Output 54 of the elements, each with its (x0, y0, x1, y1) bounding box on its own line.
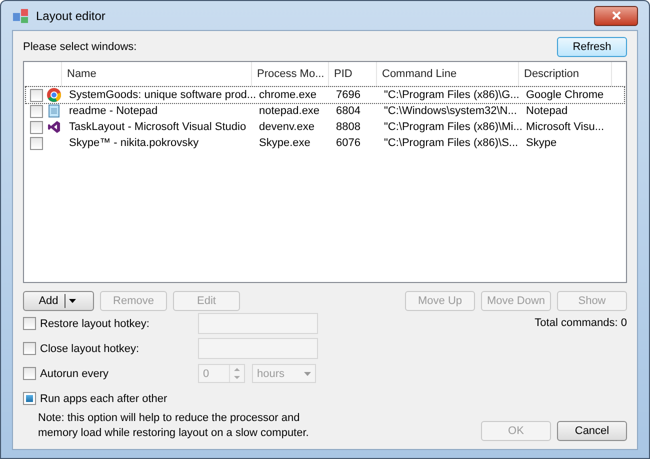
note-text: Note: this option will help to reduce the processor and memory load while restoring layout on a slow computer. (38, 411, 310, 441)
table-cell-text: chrome.exe (258, 88, 318, 103)
option-checkbox[interactable] (23, 317, 36, 330)
table-cell-text: Skype™ - nikita.pokrovsky (68, 136, 200, 151)
row-checkbox[interactable] (30, 88, 43, 102)
prompt-label: Please select windows: (23, 41, 137, 53)
option-label: Run apps each after other (40, 392, 168, 404)
notepad-icon (47, 104, 61, 118)
browser-icon (47, 88, 61, 102)
caret-icon (64, 294, 78, 308)
infinity-icon (47, 120, 61, 134)
table-cell-text: 7696 (335, 88, 362, 103)
option-label: Close layout hotkey: (40, 342, 140, 354)
close-icon (612, 11, 620, 20)
table-cell-text: 8808 (335, 120, 362, 135)
hotkey-field[interactable] (198, 313, 318, 334)
table-cell-text: 6076 (335, 136, 362, 151)
table-cell-text: Google Chrome (525, 88, 605, 103)
table-cell-text: notepad.exe (258, 104, 321, 119)
table-cell-text: readme - Notepad (68, 104, 159, 119)
caret-icon (304, 372, 311, 376)
column-header[interactable]: Name (62, 62, 252, 86)
row-checkbox[interactable] (30, 120, 43, 134)
row-checkbox[interactable] (30, 104, 43, 118)
table-cell-text: "C:\Program Files (x86)\G... (383, 88, 520, 103)
table-cell-text: Microsoft Visu... (525, 120, 606, 135)
option-label: Autorun every (40, 368, 108, 380)
row-checkbox[interactable] (30, 136, 43, 150)
option-checkbox[interactable] (23, 342, 36, 355)
table-cell-text: "C:\Windows\system32\N... (383, 104, 518, 119)
dialog-button[interactable]: Cancel (557, 421, 627, 441)
table-cell-text: Skype.exe (258, 136, 312, 151)
hotkey-field[interactable] (198, 338, 318, 359)
close-button[interactable] (594, 6, 638, 26)
table-cell-text: Skype (525, 136, 558, 151)
column-header[interactable]: Process Mo... (252, 62, 329, 86)
table-cell-text: TaskLayout - Microsoft Visual Studio (68, 120, 248, 135)
table-cell-text: "C:\Program Files (x86)\S... (383, 136, 520, 151)
window-title: Layout editor (36, 8, 106, 22)
column-header[interactable]: Command Line (377, 62, 519, 86)
option-checkbox[interactable] (23, 367, 36, 380)
app-icon (12, 8, 30, 24)
total-commands-label: Total commands: 0 (534, 317, 627, 329)
table-cell-text: SystemGoods: unique software prod... (68, 88, 254, 103)
option-checkbox[interactable] (23, 392, 36, 405)
split-button[interactable]: Add (23, 291, 94, 311)
column-header[interactable]: PID (329, 62, 377, 86)
table-cell-text: "C:\Program Files (x86)\Mi... (383, 120, 521, 135)
table-cell-text: Notepad (525, 104, 569, 119)
option-label: Restore layout hotkey: (40, 318, 150, 330)
refresh-button[interactable]: Refresh (557, 37, 627, 57)
table-cell-text: devenv.exe (258, 120, 316, 135)
table-cell-text: 6804 (335, 104, 362, 119)
column-header[interactable]: Description (519, 62, 612, 86)
